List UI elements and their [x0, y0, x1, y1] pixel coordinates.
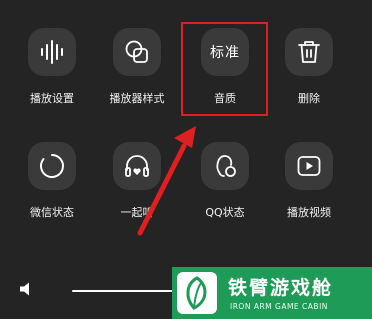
- circle-status-icon: [40, 154, 64, 178]
- option-label: QQ状态: [205, 206, 245, 219]
- sound-wave-icon: [41, 40, 63, 64]
- leaf-logo-icon: [186, 276, 207, 310]
- option-label: 音质: [214, 92, 236, 105]
- option-audio-quality[interactable]: 标准 音质: [185, 28, 265, 106]
- headphones-heart-icon: [125, 155, 149, 177]
- option-label: 微信状态: [30, 206, 74, 219]
- option-tile[interactable]: [113, 28, 161, 76]
- option-label: 播放器样式: [109, 92, 165, 105]
- option-listen-together[interactable]: 一起听: [97, 142, 177, 220]
- overlapping-shapes-icon: [125, 40, 148, 63]
- play-video-icon: [297, 156, 321, 176]
- options-grid: 播放设置 播放器样式 标准 音质 删除 微信状态 一起听 QQ状态 播放视频: [0, 0, 372, 260]
- option-label: 一起听: [120, 206, 154, 219]
- option-label: 播放视频: [287, 206, 331, 219]
- trash-icon: [298, 41, 320, 63]
- option-tile[interactable]: [285, 142, 333, 190]
- option-qq-status[interactable]: QQ状态: [185, 142, 265, 220]
- speaker-icon[interactable]: [18, 280, 36, 298]
- option-label: 播放设置: [30, 92, 74, 105]
- volume-slider[interactable]: [72, 290, 182, 292]
- option-tile[interactable]: [201, 142, 249, 190]
- option-player-style[interactable]: 播放器样式: [97, 28, 177, 106]
- watermark-banner: 铁臂游戏舱 IRON ARM GAME CABIN: [172, 267, 372, 319]
- option-wechat-status[interactable]: 微信状态: [12, 142, 92, 220]
- option-play-settings[interactable]: 播放设置: [12, 28, 92, 106]
- option-delete[interactable]: 删除: [269, 28, 349, 106]
- quality-text-icon: 标准: [210, 45, 240, 61]
- option-label: 删除: [298, 92, 320, 105]
- option-tile[interactable]: [285, 28, 333, 76]
- watermark-logo: [177, 272, 217, 314]
- option-tile[interactable]: [113, 142, 161, 190]
- option-play-video[interactable]: 播放视频: [269, 142, 349, 220]
- watermark-subtitle: IRON ARM GAME CABIN: [230, 302, 328, 311]
- option-tile[interactable]: [28, 142, 76, 190]
- option-tile[interactable]: 标准: [201, 28, 249, 76]
- qq-status-icon: [216, 155, 236, 177]
- watermark-title: 铁臂游戏舱: [228, 277, 334, 299]
- option-tile[interactable]: [28, 28, 76, 76]
